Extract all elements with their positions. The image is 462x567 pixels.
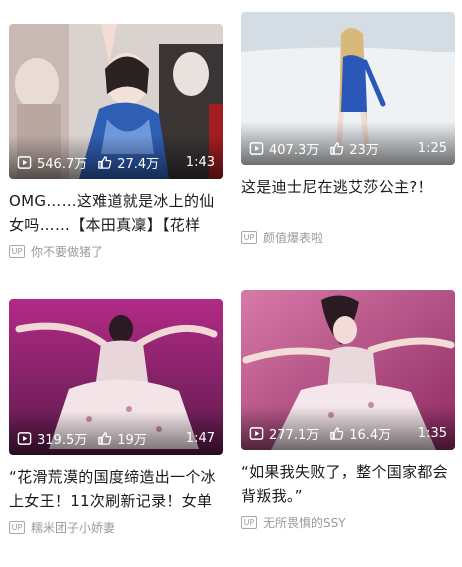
video-thumbnail[interactable]: 407.3万 23万 1:25 (241, 12, 455, 165)
like-count: 23万 (329, 139, 379, 158)
video-author[interactable]: UP 糯米团子小娇妻 (9, 519, 223, 535)
like-count: 19万 (97, 429, 147, 448)
up-badge-icon: UP (9, 520, 25, 534)
view-count-label: 407.3万 (269, 142, 320, 158)
video-card[interactable]: 546.7万 27.4万 1:43 OMG……这难道就是冰上的仙女吗……【本田真… (9, 24, 223, 259)
view-count-label: 546.7万 (37, 156, 88, 172)
video-stats: 277.1万 16.4万 1:35 (249, 424, 447, 443)
view-count: 546.7万 (17, 153, 87, 172)
up-badge-icon: UP (9, 244, 25, 258)
video-card[interactable]: 319.5万 19万 1:47 “花滑荒漠的国度缔造出一个冰上女王！11次刷新记… (9, 299, 223, 535)
author-name[interactable]: 无所畏惧的SSY (263, 514, 346, 531)
video-title[interactable]: 这是迪士尼在逃艾莎公主?！ (241, 175, 455, 223)
video-card[interactable]: 277.1万 16.4万 1:35 “如果我失败了，整个国家都会背叛我。” UP… (241, 290, 455, 530)
video-title[interactable]: OMG……这难道就是冰上的仙女吗……【本田真凜】【花样滑… (9, 189, 223, 237)
play-count-icon (249, 426, 264, 440)
up-badge-icon: UP (241, 230, 257, 244)
video-title[interactable]: “如果我失败了，整个国家都会背叛我。” (241, 460, 455, 508)
like-count-label: 16.4万 (349, 427, 392, 443)
video-duration: 1:25 (417, 140, 447, 156)
view-count-label: 319.5万 (37, 432, 88, 448)
play-count-icon (249, 141, 264, 155)
like-count-label: 27.4万 (117, 156, 160, 172)
author-name[interactable]: 你不要做猪了 (31, 243, 103, 260)
play-count-icon (17, 431, 32, 445)
video-thumbnail[interactable]: 546.7万 27.4万 1:43 (9, 24, 223, 179)
video-stats: 319.5万 19万 1:47 (17, 429, 215, 448)
like-count: 16.4万 (329, 424, 391, 443)
video-stats: 407.3万 23万 1:25 (249, 139, 447, 158)
view-count: 277.1万 (249, 424, 319, 443)
author-name[interactable]: 颜值爆表啦 (263, 229, 323, 246)
thumbs-up-icon (98, 431, 112, 445)
thumbs-up-icon (330, 426, 344, 440)
video-thumbnail[interactable]: 277.1万 16.4万 1:35 (241, 290, 455, 450)
view-count-label: 277.1万 (269, 427, 320, 443)
like-count: 27.4万 (97, 153, 159, 172)
play-count-icon (17, 155, 32, 169)
video-duration: 1:47 (185, 430, 215, 446)
up-badge-icon: UP (241, 515, 257, 529)
video-duration: 1:35 (417, 425, 447, 441)
video-author[interactable]: UP 无所畏惧的SSY (241, 514, 455, 530)
video-thumbnail[interactable]: 319.5万 19万 1:47 (9, 299, 223, 455)
view-count: 407.3万 (249, 139, 319, 158)
video-title[interactable]: “花滑荒漠的国度缔造出一个冰上女王！11次刷新记录！女单历… (9, 465, 223, 513)
video-author[interactable]: UP 颜值爆表啦 (241, 229, 455, 245)
video-stats: 546.7万 27.4万 1:43 (17, 153, 215, 172)
like-count-label: 23万 (349, 142, 379, 158)
like-count-label: 19万 (117, 432, 147, 448)
video-duration: 1:43 (185, 154, 215, 170)
thumbs-up-icon (98, 155, 112, 169)
author-name[interactable]: 糯米团子小娇妻 (31, 519, 115, 536)
thumbs-up-icon (330, 141, 344, 155)
video-card[interactable]: 407.3万 23万 1:25 这是迪士尼在逃艾莎公主?！ UP 颜值爆表啦 (241, 12, 455, 245)
view-count: 319.5万 (17, 429, 87, 448)
video-author[interactable]: UP 你不要做猪了 (9, 243, 223, 259)
